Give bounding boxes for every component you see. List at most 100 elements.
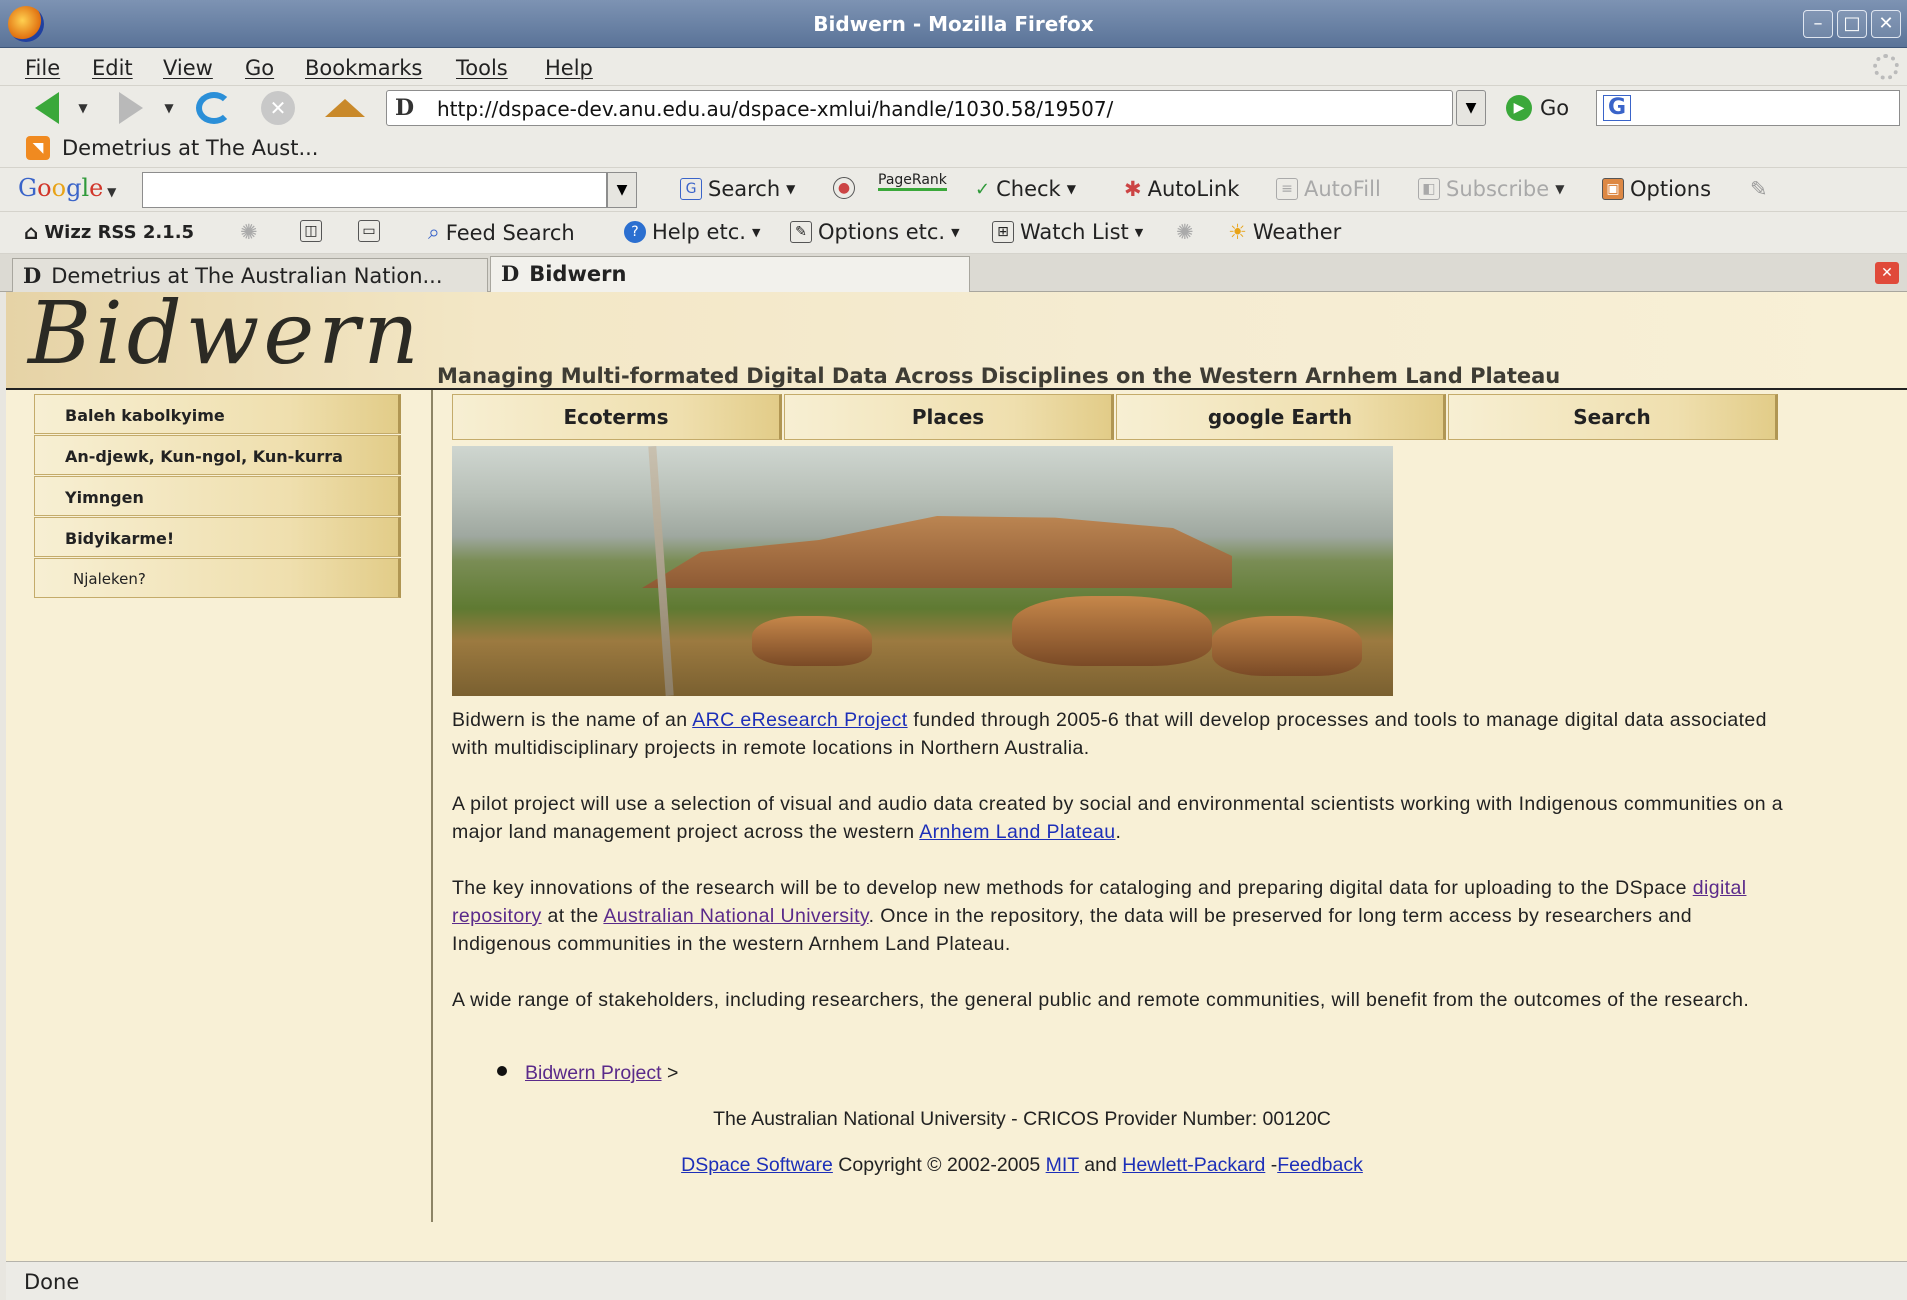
link-dspace-software[interactable]: DSpace Software [681,1154,833,1176]
wizz-help-button[interactable]: ? Help etc. ▼ [624,220,760,244]
tab-bidwern[interactable]: D Bidwern [490,256,970,292]
tab-demetrius[interactable]: D Demetrius at The Australian Nation... [12,258,488,292]
window-layout-button[interactable]: ▭ [358,220,380,242]
menu-view[interactable]: View [163,56,213,80]
help-icon: ? [624,221,646,243]
highlight-icon[interactable]: ● [833,177,855,199]
reload-button[interactable] [192,90,236,126]
google-search-input[interactable] [142,172,607,208]
article-body: Bidwern is the name of an ARC eResearch … [452,706,1792,1042]
sidebar-item-an-djewk[interactable]: An-djewk, Kun-ngol, Kun-kurra [34,435,401,475]
go-icon: ▶ [1506,95,1532,121]
address-bar[interactable]: D http://dspace-dev.anu.edu.au/dspace-xm… [386,90,1453,126]
menu-bookmarks[interactable]: Bookmarks [305,56,422,80]
watch-list-button[interactable]: ⊞ Watch List ▼ [992,220,1143,244]
menu-help[interactable]: Help [545,56,593,80]
spellcheck-button[interactable]: ✓ Check ▼ [975,177,1076,201]
dash-text: - [1265,1154,1278,1176]
landscape-photo [452,446,1393,696]
navigation-toolbar: ▼ ▼ ✕ D http://dspace-dev.anu.edu.au/dsp… [0,86,1907,130]
wizz-rss-label: Wizz RSS 2.1.5 [44,221,195,243]
throbber-icon [1873,54,1899,80]
rock-shape [1212,616,1362,676]
close-window-button[interactable]: ✕ [1871,10,1901,38]
reload-icon [196,92,232,124]
url-history-dropdown[interactable]: ▼ [1456,90,1486,126]
menu-go[interactable]: Go [245,56,274,80]
panel-icon: ◫ [300,220,322,242]
search-engine-box[interactable]: G [1596,90,1900,126]
menu-bar: File Edit View Go Bookmarks Tools Help [0,48,1907,86]
link-bidwern-project[interactable]: Bidwern Project [525,1062,662,1084]
back-button[interactable] [22,90,72,126]
link-arc-eresearch[interactable]: ARC eResearch Project [692,709,907,731]
maximize-button[interactable]: □ [1837,10,1867,38]
minimize-button[interactable]: – [1803,10,1833,38]
page-content: Bidwern Managing Multi-formated Digital … [6,292,1907,1261]
paragraph-1: Bidwern is the name of an ARC eResearch … [452,706,1792,762]
close-tab-icon[interactable]: ✕ [1875,262,1899,284]
wizz-options-button[interactable]: ✎ Options etc. ▼ [790,220,960,244]
wizz-options-label: Options etc. [818,220,946,244]
nav-places[interactable]: Places [784,394,1114,440]
google-options-button[interactable]: ▣ Options [1602,177,1711,201]
home-button[interactable] [320,90,370,126]
google-logo[interactable]: Google ▼ [18,174,116,202]
window-controls: – □ ✕ [1803,10,1901,38]
google-search-label: Search [708,177,781,201]
forward-history-dropdown[interactable]: ▼ [162,90,176,126]
tab-label: Bidwern [529,262,627,286]
watch-list-icon: ⊞ [992,221,1014,243]
paragraph-3: The key innovations of the research will… [452,874,1792,958]
link-mit[interactable]: MIT [1046,1154,1079,1176]
watch-list-label: Watch List [1020,220,1129,244]
link-feedback[interactable]: Feedback [1277,1154,1363,1176]
autolink-button[interactable]: ✱ AutoLink [1124,177,1239,201]
go-label: Go [1540,96,1570,120]
site-tagline: Managing Multi-formated Digital Data Acr… [437,364,1561,388]
footer-copyright: DSpace Software Copyright © 2002-2005 MI… [452,1154,1592,1177]
tab-favicon: D [23,263,42,288]
nav-ecoterms[interactable]: Ecoterms [452,394,782,440]
wizz-help-label: Help etc. [652,220,746,244]
panel-layout-button[interactable]: ◫ [300,220,322,242]
sidebar-item-bidyikarme[interactable]: Bidyikarme! [34,517,401,557]
rss-feed-icon: ◥ [26,136,50,160]
sidebar-item-yimngen[interactable]: Yimngen [34,476,401,516]
back-history-dropdown[interactable]: ▼ [76,90,90,126]
forward-button[interactable] [106,90,156,126]
nav-search[interactable]: Search [1448,394,1778,440]
sidebar-nav: Baleh kabolkyime An-djewk, Kun-ngol, Kun… [34,394,401,599]
menu-edit[interactable]: Edit [92,56,133,80]
sidebar-item-baleh-kabolkyime[interactable]: Baleh kabolkyime [34,394,401,434]
feed-search-label: Feed Search [445,220,575,245]
autolink-wand-icon: ✱ [1124,177,1142,201]
feed-search-button[interactable]: ⌕ Feed Search [428,220,575,245]
pencil-icon[interactable]: ✎ [1750,177,1768,201]
subscribe-button[interactable]: ◧ Subscribe ▼ [1418,177,1564,201]
url-text[interactable]: http://dspace-dev.anu.edu.au/dspace-xmlu… [437,97,1113,121]
menu-tools[interactable]: Tools [456,56,508,80]
nav-google-earth[interactable]: google Earth [1116,394,1446,440]
tab-bar: D Demetrius at The Australian Nation... D… [0,254,1907,292]
google-search-dropdown[interactable]: ▼ [607,172,637,208]
autofill-button[interactable]: ≡ AutoFill [1276,177,1381,201]
p2-text-b: . [1115,821,1122,843]
menu-file[interactable]: File [25,56,60,80]
pagerank-indicator[interactable]: PageRank [878,172,947,191]
site-logo[interactable]: Bidwern [28,292,423,384]
go-button[interactable]: ▶ Go [1506,90,1569,126]
sidebar-item-njaleken[interactable]: Njaleken? [34,558,401,598]
site-favicon: D [395,95,415,121]
link-arnhem-land-plateau[interactable]: Arnhem Land Plateau [919,821,1115,843]
google-search-button[interactable]: G Search ▼ [680,177,795,201]
status-text: Done [24,1270,80,1294]
bookmark-demetrius[interactable]: Demetrius at The Aust... [62,136,318,160]
stop-button[interactable]: ✕ [256,90,300,126]
pagerank-label: PageRank [878,172,947,191]
link-anu[interactable]: Australian National University [603,905,868,927]
status-bar: Done [6,1261,1907,1300]
wizz-rss-button[interactable]: ⌂ Wizz RSS 2.1.5 [24,220,194,244]
weather-button[interactable]: ☀ Weather [1228,220,1341,244]
link-hewlett-packard[interactable]: Hewlett-Packard [1122,1154,1265,1176]
